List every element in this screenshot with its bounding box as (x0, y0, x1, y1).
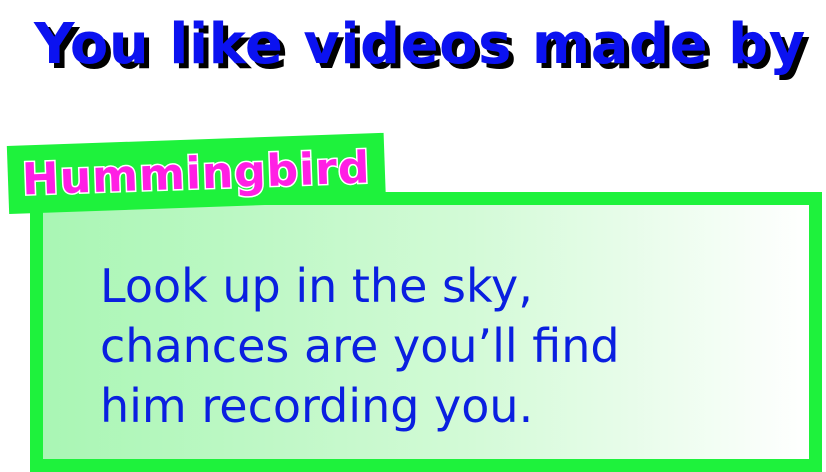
headline: You like videos made by (33, 11, 807, 79)
creator-badge: Hummingbird (6, 132, 386, 214)
creator-name: Hummingbird (20, 140, 373, 206)
recommendation-card-canvas: You like videos made by Hummingbird Look… (0, 0, 826, 472)
description-text: Look up in the sky, chances are you’ll f… (100, 259, 620, 433)
